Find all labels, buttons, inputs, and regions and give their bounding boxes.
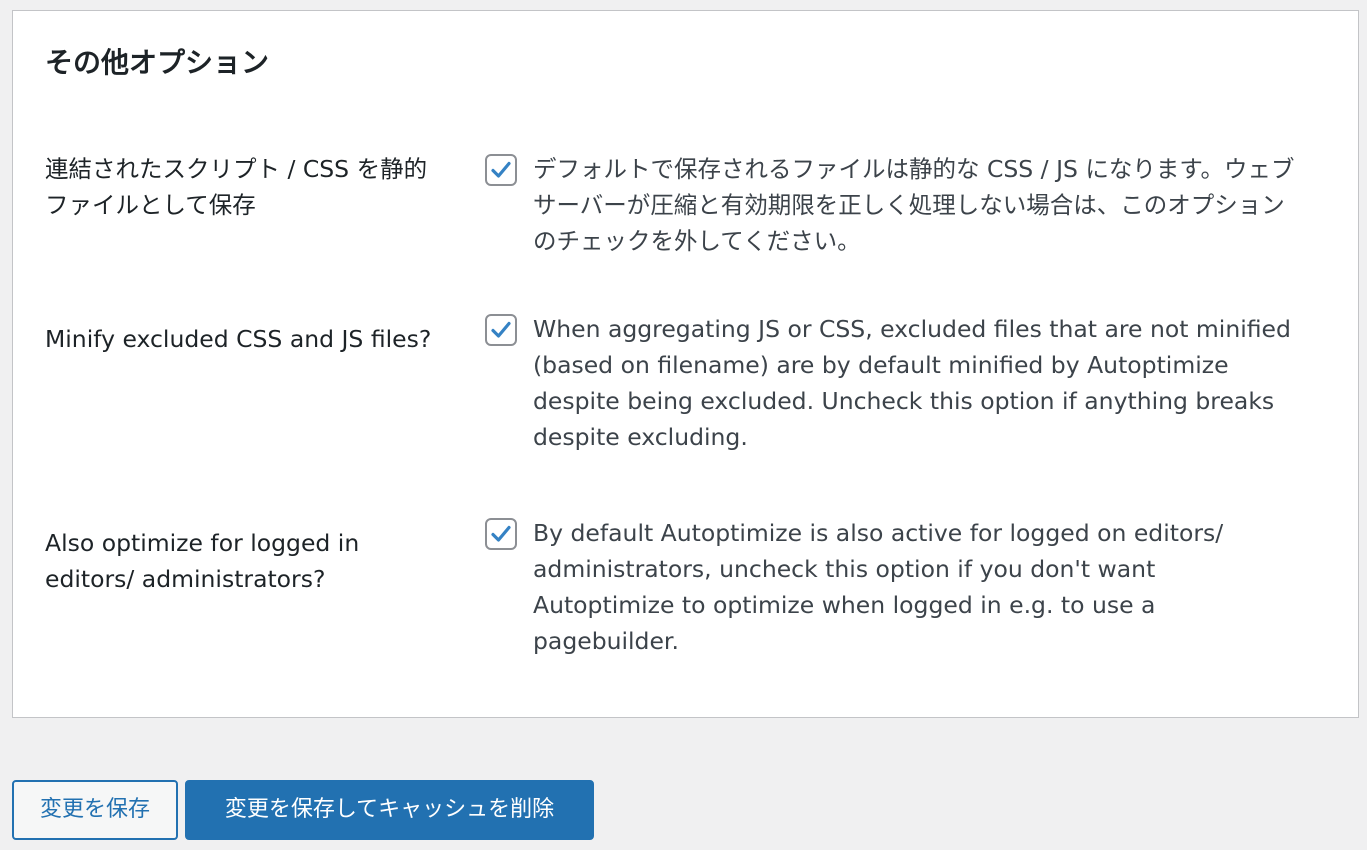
option-label-minify-excluded: Minify excluded CSS and JS files?	[45, 325, 432, 353]
checkbox-static-files[interactable]	[485, 154, 517, 186]
other-options-panel: その他オプション 連結されたスクリプト / CSS を静的ファイルとして保存 デ…	[12, 10, 1359, 718]
checkmark-icon	[491, 321, 511, 338]
save-changes-button[interactable]: 変更を保存	[12, 780, 178, 840]
option-label-logged-in: Also optimize for logged in editors/ adm…	[45, 529, 360, 593]
save-and-clear-cache-button[interactable]: 変更を保存してキャッシュを削除	[185, 780, 594, 840]
checkbox-logged-in[interactable]	[485, 518, 517, 550]
option-label-static-files: 連結されたスクリプト / CSS を静的ファイルとして保存	[45, 155, 428, 219]
checkmark-icon	[491, 525, 511, 542]
option-description-static-files: デフォルトで保存されるファイルは静的な CSS / JS になります。ウェブサー…	[533, 155, 1295, 255]
section-title: その他オプション	[45, 46, 270, 79]
option-description-logged-in: By default Autoptimize is also active fo…	[533, 519, 1224, 655]
checkbox-minify-excluded[interactable]	[485, 314, 517, 346]
checkmark-icon	[491, 161, 511, 178]
option-description-minify-excluded: When aggregating JS or CSS, excluded fil…	[533, 315, 1291, 451]
